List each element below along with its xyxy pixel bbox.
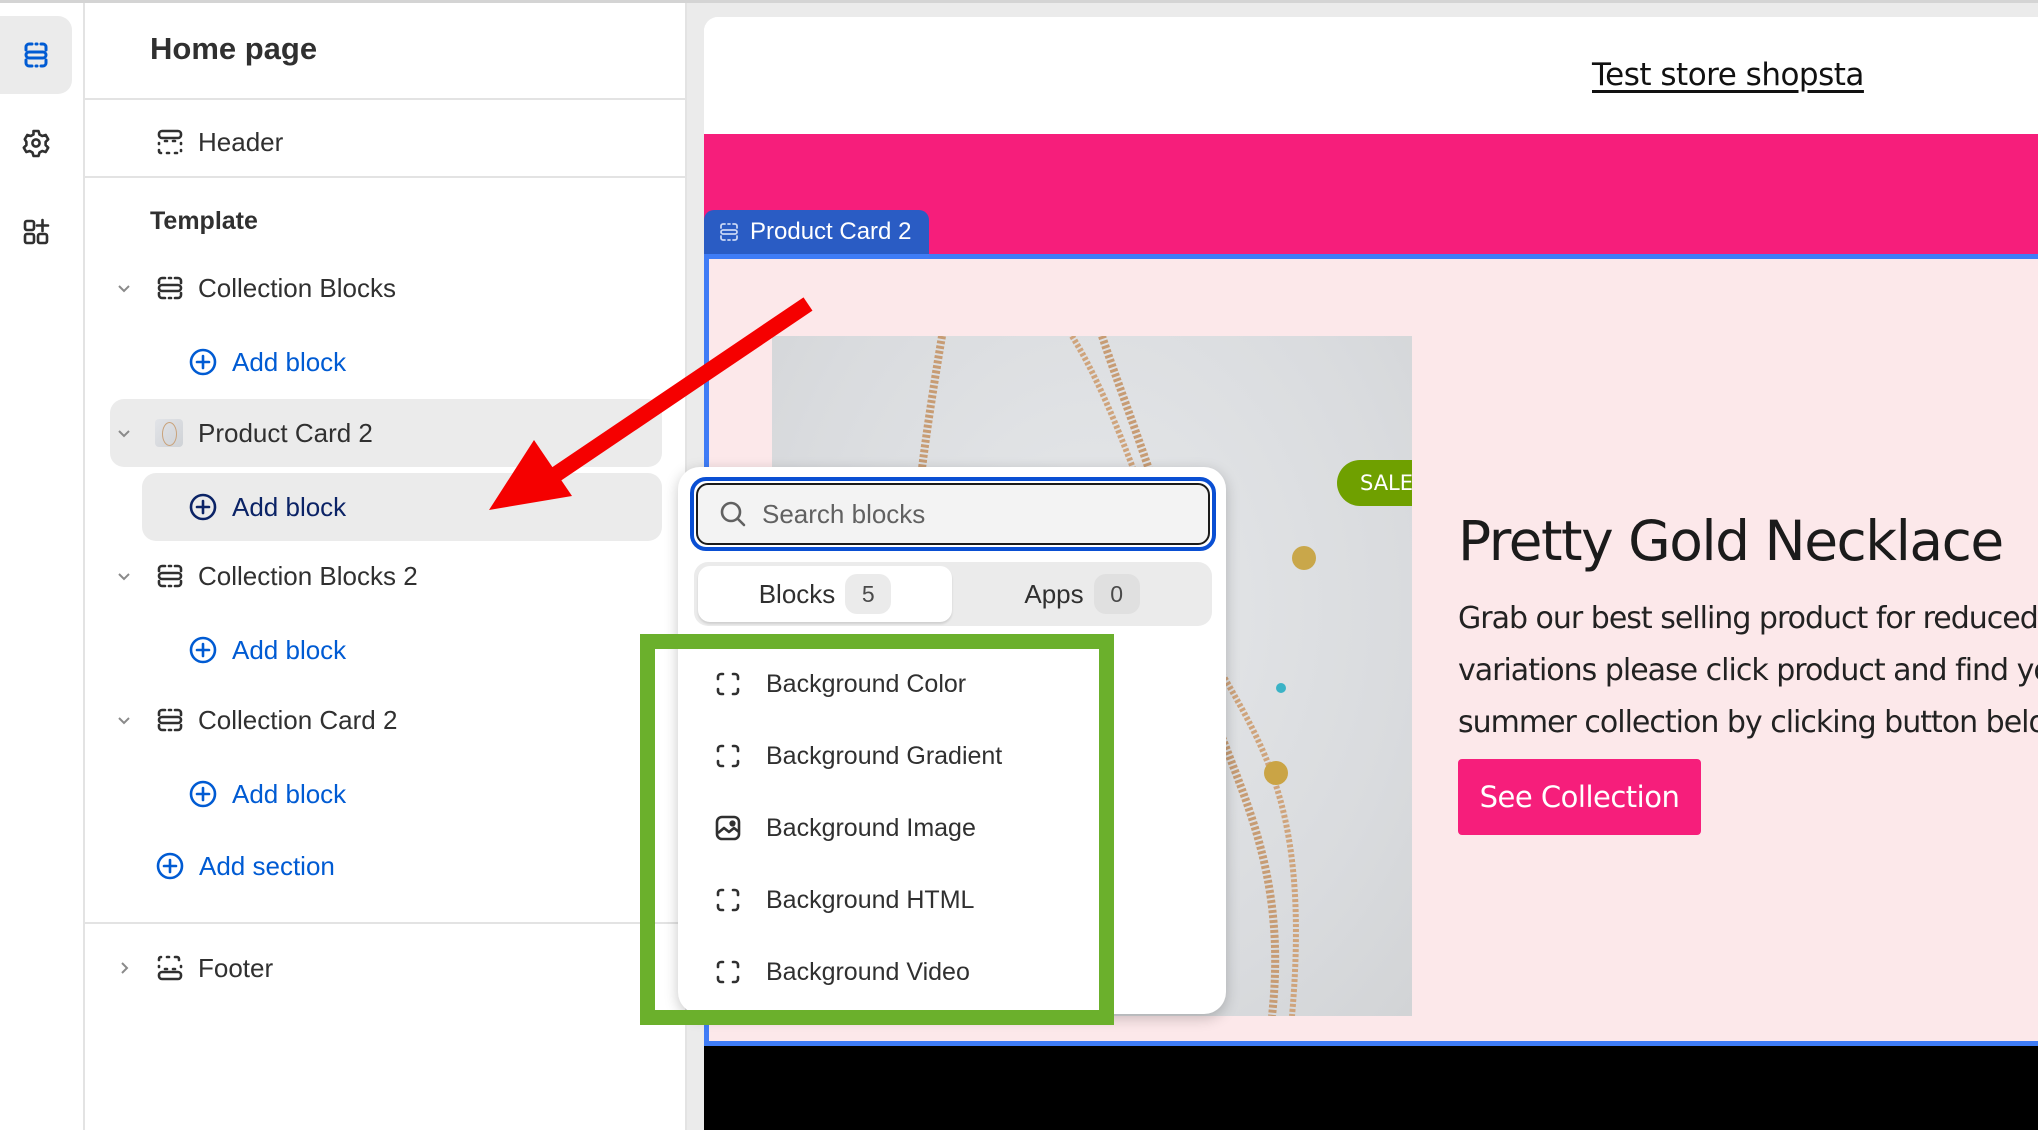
- search-focus-ring: [690, 477, 1216, 551]
- selected-section-tag: Product Card 2: [704, 210, 930, 254]
- left-rail: [0, 3, 85, 1130]
- header-section-icon: [157, 129, 183, 155]
- page-title: Home page: [150, 31, 318, 66]
- rail-settings-button[interactable]: [0, 104, 72, 182]
- sections-icon: [24, 42, 48, 68]
- add-section-button[interactable]: Add section: [155, 846, 335, 886]
- chevron-down-icon[interactable]: [115, 279, 133, 297]
- description-line: variations please click product and find…: [1458, 653, 2038, 688]
- section-product-card-2[interactable]: Product Card 2: [85, 413, 687, 453]
- section-label: Collection Blocks 2: [198, 560, 418, 591]
- product-thumbnail: [155, 419, 183, 447]
- add-block-button[interactable]: Add block: [188, 342, 346, 382]
- search-blocks-input[interactable]: [762, 498, 1182, 530]
- section-icon: [157, 708, 183, 732]
- plus-circle-icon: [189, 636, 217, 664]
- section-collection-blocks-2[interactable]: Collection Blocks 2: [85, 556, 687, 596]
- tab-label: Apps: [1024, 578, 1084, 609]
- plus-circle-icon: [156, 852, 184, 880]
- product-title: Pretty Gold Necklace: [1458, 509, 2004, 573]
- footer-preview: [704, 1046, 2038, 1130]
- search-field[interactable]: [696, 483, 1210, 545]
- add-block-label: Add block: [232, 346, 347, 377]
- tab-label: Blocks: [758, 578, 836, 609]
- store-header: Test store shopsta: [704, 17, 2038, 134]
- rail-sections-button[interactable]: [0, 16, 72, 94]
- section-footer[interactable]: Footer: [85, 948, 687, 988]
- plus-circle-icon: [189, 493, 217, 521]
- sections-sidebar: Home page Header Template Collection Blo…: [85, 3, 687, 1130]
- section-icon: [157, 564, 183, 588]
- section-label: Product Card 2: [198, 417, 373, 448]
- add-block-label: Add block: [232, 491, 347, 522]
- count-badge: 0: [1093, 574, 1140, 614]
- chevron-down-icon[interactable]: [115, 711, 133, 729]
- divider: [85, 176, 687, 178]
- rail-apps-button[interactable]: [0, 193, 72, 271]
- add-block-label: Add block: [232, 778, 347, 809]
- divider: [85, 98, 687, 100]
- sale-badge: SALE: [1337, 460, 1412, 506]
- section-label: Collection Card 2: [198, 704, 398, 735]
- section-label: Collection Blocks: [198, 272, 396, 303]
- popover-tabs: Blocks 5 Apps 0: [694, 562, 1212, 626]
- footer-section-icon: [157, 955, 183, 981]
- description-line: Grab our best selling product for reduce…: [1458, 601, 2038, 636]
- add-block-button-product-card[interactable]: Add block: [188, 487, 346, 527]
- apps-icon: [23, 218, 50, 245]
- gear-icon: [22, 129, 50, 158]
- template-heading: Template: [150, 207, 258, 235]
- section-icon: [720, 223, 738, 241]
- section-collection-blocks[interactable]: Collection Blocks: [85, 268, 687, 308]
- chevron-right-icon[interactable]: [115, 959, 133, 977]
- plus-circle-icon: [189, 780, 217, 808]
- section-header[interactable]: Header: [85, 122, 687, 162]
- add-block-label: Add block: [232, 634, 347, 665]
- chevron-down-icon[interactable]: [115, 567, 133, 585]
- plus-circle-icon: [189, 348, 217, 376]
- add-section-label: Add section: [199, 850, 335, 881]
- see-collection-button[interactable]: See Collection: [1458, 759, 1701, 835]
- product-description: Grab our best selling product for reduce…: [1458, 593, 2038, 749]
- section-tag-label: Product Card 2: [750, 218, 912, 245]
- highlight-box-annotation: [640, 634, 1114, 1025]
- tab-blocks[interactable]: Blocks 5: [698, 566, 952, 622]
- store-name-link[interactable]: Test store shopsta: [1592, 57, 1864, 93]
- chevron-down-icon[interactable]: [115, 424, 133, 442]
- add-block-button[interactable]: Add block: [188, 774, 346, 814]
- footer-label: Footer: [198, 952, 274, 983]
- section-icon: [157, 276, 183, 300]
- description-line: summer collection by clicking button bel…: [1458, 705, 2038, 740]
- count-badge: 5: [845, 574, 892, 614]
- divider: [85, 922, 687, 924]
- tab-apps[interactable]: Apps 0: [956, 566, 1208, 622]
- add-block-button[interactable]: Add block: [188, 630, 346, 670]
- search-icon: [720, 501, 746, 527]
- header-label: Header: [198, 126, 284, 157]
- section-collection-card-2[interactable]: Collection Card 2: [85, 700, 687, 740]
